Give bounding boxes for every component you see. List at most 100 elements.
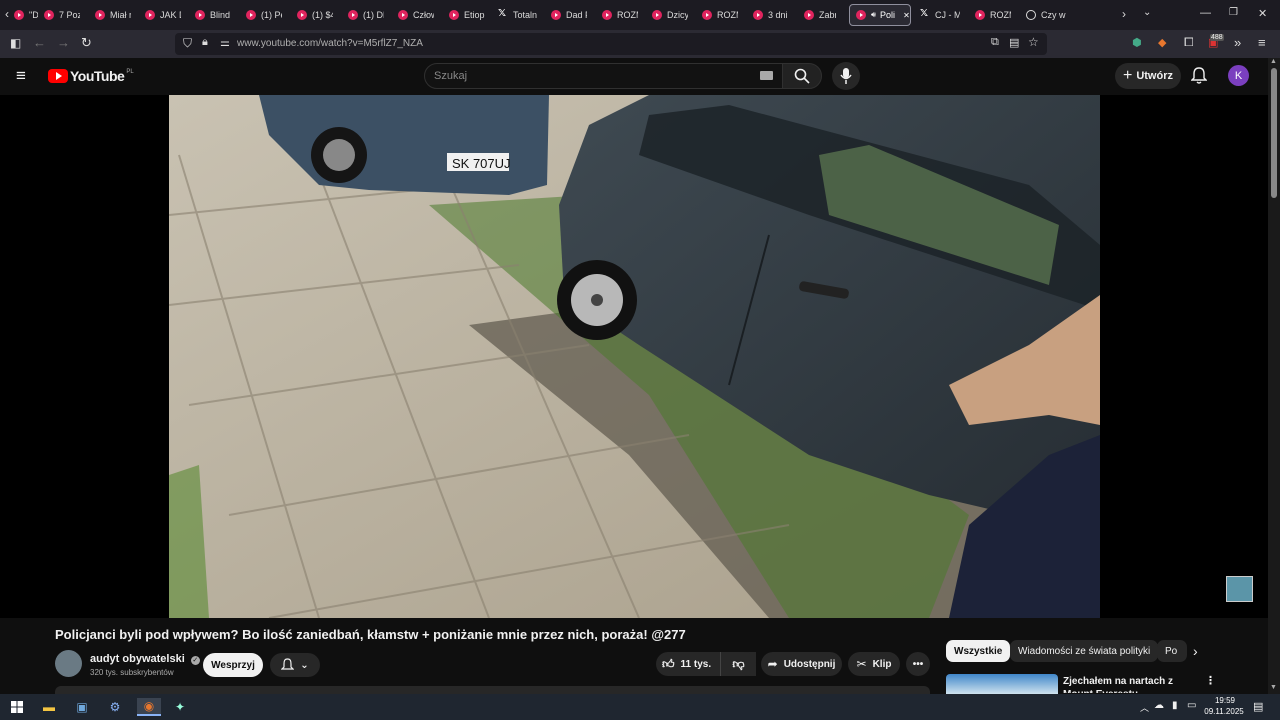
keyboard-icon[interactable] [760, 71, 773, 80]
recommendation-title[interactable]: Zjechałem na nartach z Mount Everestu [1063, 675, 1201, 693]
browser-tab[interactable]: "D [14, 4, 38, 26]
browser-tab[interactable]: (1) $4 [297, 4, 333, 26]
browser-tab[interactable]: 🔊︎ Poli ✕ [849, 4, 911, 26]
url-text[interactable]: www.youtube.com/watch?v=M5rflZ7_NZA [237, 38, 423, 49]
remote-desktop-icon[interactable]: ▣ [73, 698, 91, 716]
tab-scroll-right-icon[interactable]: › [1122, 7, 1126, 21]
reload-icon[interactable]: ↻ [81, 35, 92, 51]
url-bar[interactable]: ⛉ 🔒︎ ⚌ www.youtube.com/watch?v=M5rflZ7_N… [175, 33, 1047, 55]
list-all-tabs-icon[interactable]: ⌄ [1143, 7, 1151, 18]
browser-tab[interactable]: ROZM [602, 4, 638, 26]
scroll-thumb[interactable] [1271, 68, 1277, 198]
onedrive-icon[interactable]: ☁ [1154, 700, 1164, 711]
support-button[interactable]: Wesprzyj [203, 653, 263, 677]
chip-partial[interactable]: Po [1157, 640, 1187, 662]
create-button[interactable]: + Utwórz [1115, 63, 1181, 89]
steam-icon[interactable]: ⚙ [106, 698, 124, 716]
clock-date[interactable]: 09.11.2025 [1203, 707, 1245, 716]
close-window-icon[interactable]: ✕ [1258, 7, 1267, 20]
tab-scroll-left-icon[interactable]: ‹ [5, 7, 9, 21]
browser-tab[interactable]: JAK D [145, 4, 181, 26]
like-count: 11 tys. [680, 658, 712, 670]
video-player[interactable]: SK 707UJ [169, 95, 1100, 618]
close-tab-icon[interactable]: ✕ [903, 11, 910, 20]
channel-name[interactable]: audyt obywatelski ✓ [90, 653, 200, 665]
browser-tab-label: Człow [413, 10, 434, 20]
scroll-down-icon[interactable]: ▼ [1270, 684, 1277, 691]
speaker-icon[interactable]: 🔊︎ [871, 10, 876, 20]
page-scrollbar[interactable]: ▲ ▼ [1268, 58, 1280, 694]
forward-icon[interactable]: → [57, 35, 70, 50]
browser-tab-label: (1) Pe [261, 10, 282, 20]
browser-tab[interactable]: Człow [398, 4, 434, 26]
channel-watermark[interactable] [1226, 576, 1253, 602]
dislike-button[interactable]: 👎︎ [720, 652, 756, 676]
subscriber-count: 320 tys. subskrybentów [90, 668, 174, 677]
browser-tab[interactable]: ROZM [975, 4, 1011, 26]
chip-politics[interactable]: Wiadomości ze świata polityki [1010, 640, 1159, 662]
youtube-logo[interactable]: YouTube PL [48, 68, 134, 84]
browser-tab[interactable]: ROZM [702, 4, 738, 26]
extension-fox-icon[interactable]: ◆ [1158, 36, 1166, 49]
shield-icon[interactable]: ⛉ [183, 36, 192, 51]
browser-tab[interactable]: Etiopi [449, 4, 485, 26]
firefox-taskbar-icon[interactable]: ◉ [137, 698, 161, 716]
app-menu-icon[interactable]: ≡ [1258, 35, 1266, 50]
network-icon[interactable]: ▭ [1187, 700, 1196, 711]
search-placeholder: Szukaj [434, 70, 468, 82]
file-explorer-icon[interactable]: ▬ [40, 698, 58, 716]
browser-tab[interactable]: Dad F [551, 4, 587, 26]
restore-icon[interactable]: ❐ [1229, 7, 1238, 18]
browser-tab[interactable]: Czy w [1026, 4, 1070, 26]
browser-tab[interactable]: (1) Pe [246, 4, 282, 26]
browser-tab[interactable]: (1) DL [348, 4, 384, 26]
picture-in-picture-icon[interactable]: ⧉ [991, 36, 999, 49]
channel-avatar[interactable] [55, 650, 82, 677]
clock-time[interactable]: 19:59 [1205, 696, 1245, 705]
description-box[interactable] [55, 686, 930, 694]
clip-button[interactable]: ✂ Klip [848, 652, 900, 676]
search-button[interactable] [782, 63, 822, 89]
notifications-bell-icon[interactable] [1191, 67, 1207, 85]
browser-tab[interactable]: 3 dni [753, 4, 789, 26]
clip-label: Klip [872, 658, 892, 670]
browser-tab[interactable]: Dzicy [652, 4, 688, 26]
guide-menu-icon[interactable]: ≡ [16, 66, 26, 86]
browser-tab-label: JAK D [160, 10, 181, 20]
reader-view-icon[interactable]: ▤ [1009, 36, 1019, 49]
share-button[interactable]: ➦ Udostępnij [761, 652, 842, 676]
tray-overflow-icon[interactable]: ︿ [1140, 701, 1149, 714]
search-input[interactable]: Szukaj [424, 63, 783, 89]
voice-search-button[interactable] [832, 62, 860, 90]
subscription-bell-button[interactable]: ⌄ [270, 653, 320, 677]
windows-start-icon[interactable] [8, 698, 26, 716]
browser-tab[interactable]: Blind [195, 4, 231, 26]
ublock-icon[interactable]: ⬢ [1132, 36, 1142, 49]
back-icon[interactable]: ← [33, 35, 46, 50]
lock-icon[interactable]: 🔒︎ [202, 36, 208, 49]
windows-taskbar: ▬ ▣ ⚙ ◉ ✦ ︿ ☁ ▮ ▭ 19:59 09.11.2025 ▤ [0, 694, 1280, 720]
recommendation-menu-icon[interactable]: ⋮ [1205, 674, 1216, 687]
more-actions-button[interactable]: ••• [906, 652, 930, 676]
extensions-icon[interactable]: ⧠ [1184, 35, 1194, 50]
permissions-icon[interactable]: ⚌ [220, 36, 230, 49]
chip-all[interactable]: Wszystkie [946, 640, 1011, 662]
app-taskbar-icon[interactable]: ✦ [171, 698, 189, 716]
browser-tab[interactable]: Zabra [804, 4, 836, 26]
account-avatar[interactable]: K [1228, 65, 1249, 86]
minimize-icon[interactable]: — [1200, 7, 1211, 19]
browser-tab[interactable]: Totaln [498, 4, 538, 26]
recommendation-thumbnail[interactable] [946, 674, 1058, 694]
overflow-chevron-icon[interactable]: » [1234, 35, 1241, 50]
usb-icon[interactable]: ▮ [1172, 700, 1178, 711]
browser-tab[interactable]: 7 Pozi [44, 4, 80, 26]
bell-icon [281, 658, 295, 670]
notification-center-icon[interactable]: ▤ [1253, 700, 1263, 713]
youtube-icon [44, 10, 54, 20]
bookmark-star-icon[interactable]: ☆ [1028, 35, 1039, 49]
chips-next-icon[interactable]: › [1193, 643, 1198, 659]
browser-tab[interactable]: CJ - M [920, 4, 960, 26]
sidebar-toggle-icon[interactable]: ◧ [10, 36, 21, 50]
browser-tab[interactable]: Miał r [95, 4, 131, 26]
scroll-up-icon[interactable]: ▲ [1270, 58, 1277, 65]
